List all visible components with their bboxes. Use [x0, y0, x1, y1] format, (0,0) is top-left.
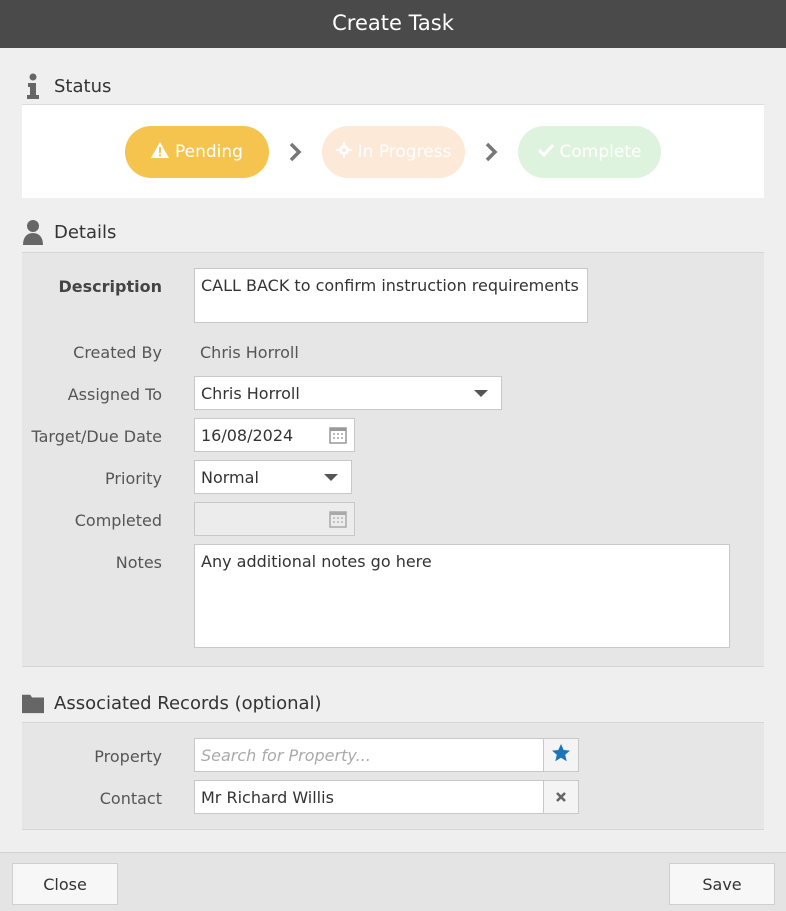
- close-button[interactable]: Close: [12, 863, 118, 905]
- chevron-right-icon: [481, 137, 501, 167]
- due-date-label: Target/Due Date: [31, 427, 162, 446]
- star-icon: [551, 743, 571, 767]
- description-field[interactable]: CALL BACK to confirm instruction require…: [194, 268, 588, 323]
- status-step-label: Complete: [559, 142, 642, 162]
- status-panel: Pending In Progress Complete: [22, 104, 764, 198]
- chevron-down-icon: [474, 390, 488, 397]
- notes-label: Notes: [115, 553, 162, 572]
- contact-label: Contact: [99, 789, 162, 808]
- associated-panel: Property Search for Property... Contact …: [22, 722, 764, 830]
- priority-select[interactable]: Normal: [194, 460, 352, 494]
- associated-heading: Associated Records (optional): [54, 692, 322, 714]
- dialog-footer: Close Save: [0, 852, 786, 911]
- status-step-label: Pending: [175, 142, 243, 162]
- contact-input[interactable]: Mr Richard Willis: [194, 780, 544, 814]
- property-label: Property: [94, 747, 162, 766]
- folder-icon: [22, 689, 44, 717]
- status-heading: Status: [54, 75, 112, 97]
- favourite-property-button[interactable]: [543, 738, 579, 772]
- status-step-complete[interactable]: Complete: [518, 126, 661, 178]
- status-step-label: In Progress: [357, 142, 452, 162]
- gear-icon: [335, 141, 352, 163]
- priority-value: Normal: [201, 467, 259, 487]
- close-icon: [555, 788, 567, 807]
- save-button[interactable]: Save: [669, 863, 775, 905]
- chevron-right-icon: [285, 137, 305, 167]
- property-placeholder: Search for Property...: [201, 745, 371, 765]
- details-section-header: Details: [22, 217, 116, 247]
- completed-date-input: [194, 502, 355, 536]
- created-by-value: Chris Horroll: [200, 343, 299, 362]
- notes-field[interactable]: Any additional notes go here: [194, 544, 730, 648]
- check-icon: [537, 142, 554, 162]
- details-panel: Description CALL BACK to confirm instruc…: [22, 252, 764, 667]
- created-by-label: Created By: [73, 343, 162, 362]
- due-date-input[interactable]: 16/08/2024: [194, 418, 355, 452]
- details-heading: Details: [54, 221, 117, 243]
- calendar-icon: [329, 510, 347, 532]
- dialog-title: Create Task: [0, 0, 786, 48]
- description-label: Description: [58, 277, 162, 296]
- calendar-icon[interactable]: [329, 426, 347, 448]
- assigned-to-label: Assigned To: [67, 385, 162, 404]
- completed-label: Completed: [74, 511, 162, 530]
- warning-icon: [151, 141, 170, 163]
- property-search-input[interactable]: Search for Property...: [194, 738, 544, 772]
- status-section-header: Status: [22, 71, 111, 101]
- user-icon: [22, 218, 44, 246]
- assigned-to-value: Chris Horroll: [201, 383, 300, 403]
- priority-label: Priority: [105, 469, 162, 488]
- associated-section-header: Associated Records (optional): [22, 688, 322, 718]
- status-step-in-progress[interactable]: In Progress: [322, 126, 465, 178]
- contact-value: Mr Richard Willis: [201, 787, 334, 807]
- chevron-down-icon: [324, 474, 338, 481]
- info-icon: [22, 72, 44, 100]
- assigned-to-select[interactable]: Chris Horroll: [194, 376, 502, 410]
- status-step-pending[interactable]: Pending: [125, 126, 269, 178]
- clear-contact-button[interactable]: [543, 780, 579, 814]
- due-date-value: 16/08/2024: [201, 425, 294, 445]
